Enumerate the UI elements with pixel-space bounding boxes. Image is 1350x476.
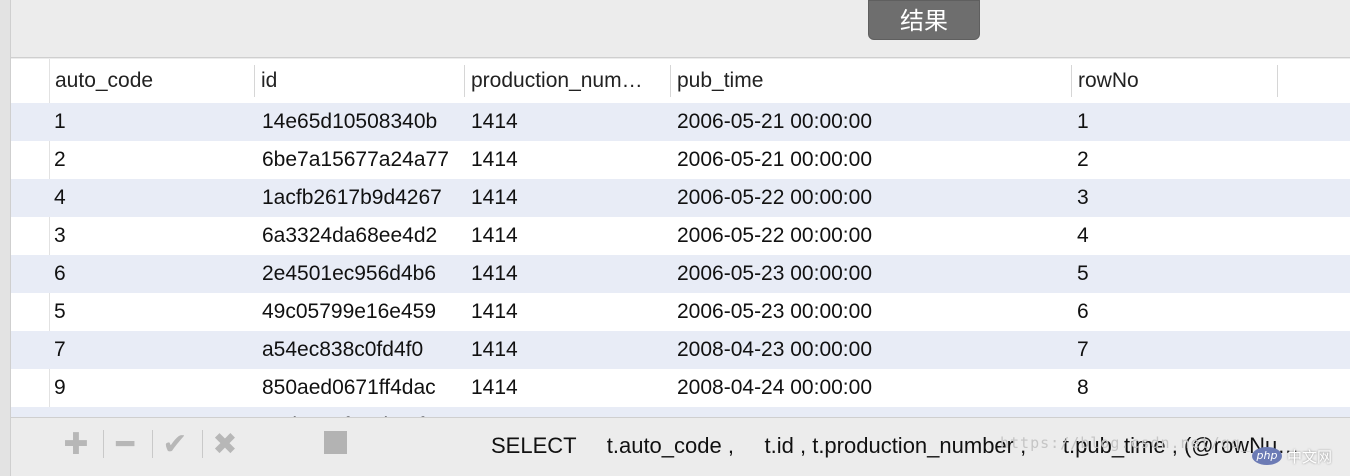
- watermark-url: https://blog.csdn.net/qq_: [1000, 434, 1251, 452]
- cell-production-number[interactable]: 1414: [471, 369, 671, 407]
- cell-pub-time[interactable]: 2008-04-24 00:00:00: [677, 407, 1071, 417]
- cell-rowno[interactable]: 4: [1077, 217, 1277, 255]
- php-logo: php: [1252, 447, 1282, 465]
- table-row[interactable]: 7 a54ec838c0fd4f0 1414 2008-04-23 00:00:00 7: [11, 331, 1350, 369]
- cell-auto-code[interactable]: 3: [54, 217, 254, 255]
- table-row[interactable]: 4 1acfb2617b9d4267 1414 2006-05-22 00:00:00…: [11, 179, 1350, 217]
- cell-rowno[interactable]: 8: [1077, 369, 1277, 407]
- table-header: auto_code id production_num… pub_time ro…: [11, 59, 1350, 104]
- cell-id[interactable]: 850aed0671ff4dac: [262, 369, 471, 407]
- minus-icon[interactable]: ━: [108, 430, 142, 460]
- php-logo-text: 中文网: [1287, 448, 1333, 466]
- column-header-rowno[interactable]: rowNo: [1072, 59, 1277, 103]
- cell-auto-code[interactable]: 4: [54, 179, 254, 217]
- cell-production-number[interactable]: 1414: [471, 407, 671, 417]
- cell-id[interactable]: 49c05799e16e459: [262, 293, 471, 331]
- table-row[interactable]: 8 e0da35afc34b44fa1414 2008-04-24 00:00:00…: [11, 407, 1350, 417]
- cell-pub-time[interactable]: 2006-05-21 00:00:00: [677, 103, 1071, 141]
- cell-rowno[interactable]: 1: [1077, 103, 1277, 141]
- table-row[interactable]: 2 6be7a15677a24a77 1414 2006-05-21 00:00:00…: [11, 141, 1350, 179]
- table-row[interactable]: 5 49c05799e16e459 1414 2006-05-23 00:00:00 6: [11, 293, 1350, 331]
- cell-id[interactable]: 1acfb2617b9d4267: [262, 179, 471, 217]
- cell-rowno[interactable]: 5: [1077, 255, 1277, 293]
- cell-auto-code[interactable]: 5: [54, 293, 254, 331]
- cell-id[interactable]: e0da35afc34b44fa: [262, 407, 471, 417]
- cell-production-number[interactable]: 1414: [471, 331, 671, 369]
- cell-rowno[interactable]: 7: [1077, 331, 1277, 369]
- toolbar-divider: [202, 430, 203, 458]
- cell-pub-time[interactable]: 2006-05-22 00:00:00: [677, 179, 1071, 217]
- cell-auto-code[interactable]: 7: [54, 331, 254, 369]
- cell-production-number[interactable]: 1414: [471, 293, 671, 331]
- table-row[interactable]: 9 850aed0671ff4dac 1414 2008-04-24 00:00:00…: [11, 369, 1350, 407]
- cell-rowno[interactable]: 2: [1077, 141, 1277, 179]
- column-header-id[interactable]: id: [255, 59, 464, 103]
- result-tab[interactable]: 结果: [868, 0, 980, 40]
- column-divider[interactable]: [1277, 65, 1278, 97]
- cell-pub-time[interactable]: 2006-05-21 00:00:00: [677, 141, 1071, 179]
- cell-rowno[interactable]: 3: [1077, 179, 1277, 217]
- cell-pub-time[interactable]: 2006-05-23 00:00:00: [677, 293, 1071, 331]
- cell-auto-code[interactable]: 8: [54, 407, 254, 417]
- cell-production-number[interactable]: 1414: [471, 179, 671, 217]
- column-header-auto-code[interactable]: auto_code: [49, 59, 254, 103]
- cell-id[interactable]: 6be7a15677a24a77: [262, 141, 471, 179]
- result-table[interactable]: auto_code id production_num… pub_time ro…: [11, 59, 1350, 417]
- cell-id[interactable]: 2e4501ec956d4b6: [262, 255, 471, 293]
- cell-production-number[interactable]: 1414: [471, 141, 671, 179]
- cell-pub-time[interactable]: 2006-05-22 00:00:00: [677, 217, 1071, 255]
- cell-production-number[interactable]: 1414: [471, 217, 671, 255]
- plus-icon[interactable]: ✚: [59, 430, 93, 460]
- cell-pub-time[interactable]: 2008-04-23 00:00:00: [677, 331, 1071, 369]
- check-icon[interactable]: ✔: [158, 430, 192, 460]
- cell-production-number[interactable]: 1414: [471, 255, 671, 293]
- column-header-production-number[interactable]: production_num…: [465, 59, 670, 103]
- stop-icon[interactable]: [324, 431, 347, 454]
- cell-auto-code[interactable]: 6: [54, 255, 254, 293]
- cell-auto-code[interactable]: 2: [54, 141, 254, 179]
- cell-pub-time[interactable]: 2006-05-23 00:00:00: [677, 255, 1071, 293]
- cell-rowno[interactable]: 6: [1077, 293, 1277, 331]
- top-bar: [11, 0, 1350, 58]
- toolbar-divider: [152, 430, 153, 458]
- table-row[interactable]: 1 14e65d10508340b 1414 2006-05-21 00:00:00 1: [11, 103, 1350, 141]
- cell-pub-time[interactable]: 2008-04-24 00:00:00: [677, 369, 1071, 407]
- cell-id[interactable]: 6a3324da68ee4d2: [262, 217, 471, 255]
- column-header-pub-time[interactable]: pub_time: [671, 59, 1071, 103]
- table-row[interactable]: 6 2e4501ec956d4b6 1414 2006-05-23 00:00:00 5: [11, 255, 1350, 293]
- cell-id[interactable]: a54ec838c0fd4f0: [262, 331, 471, 369]
- toolbar-divider: [103, 430, 104, 458]
- cell-production-number[interactable]: 1414: [471, 103, 671, 141]
- cell-auto-code[interactable]: 9: [54, 369, 254, 407]
- cell-auto-code[interactable]: 1: [54, 103, 254, 141]
- close-icon[interactable]: ✖: [208, 430, 242, 460]
- cell-id[interactable]: 14e65d10508340b: [262, 103, 471, 141]
- table-row[interactable]: 3 6a3324da68ee4d2 1414 2006-05-22 00:00:00 4: [11, 217, 1350, 255]
- cell-rowno[interactable]: 9: [1077, 407, 1277, 417]
- left-edge-strip: [0, 0, 11, 476]
